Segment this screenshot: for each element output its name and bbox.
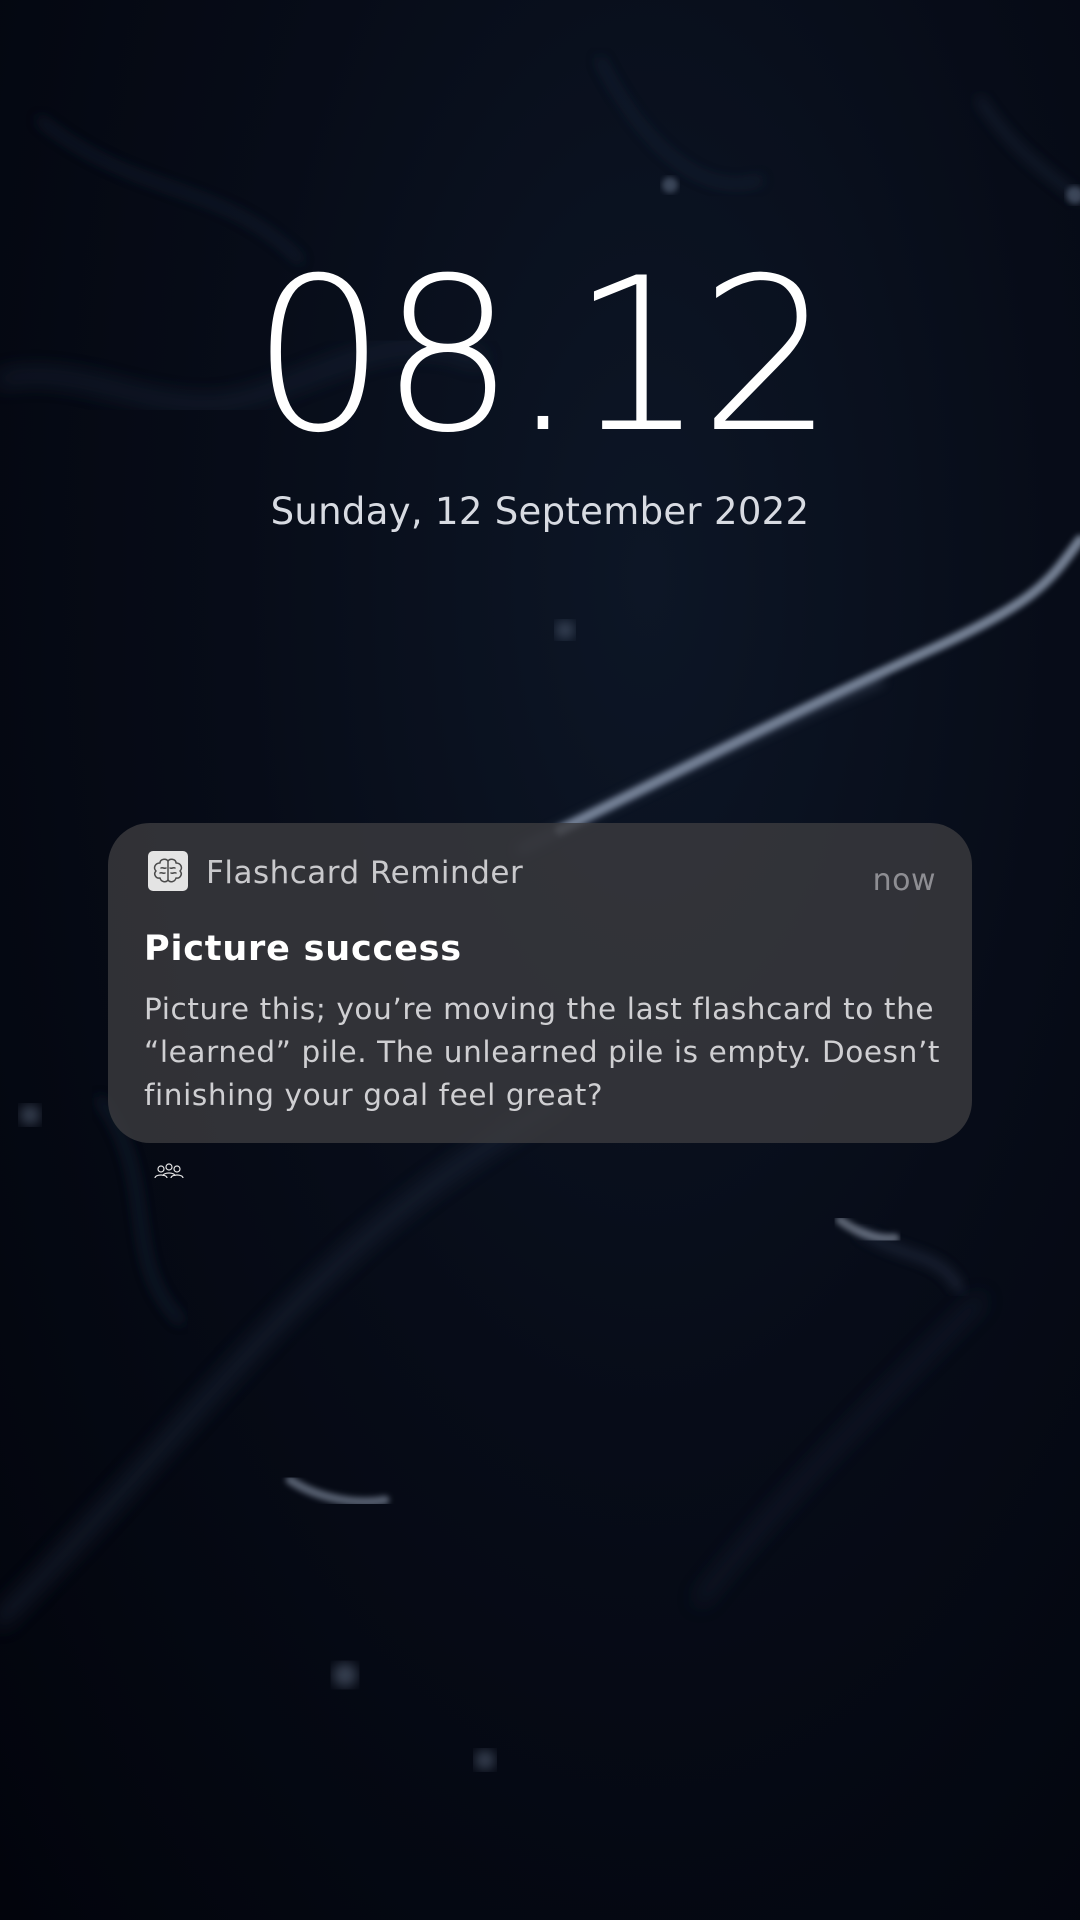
notification-app-name: Flashcard Reminder	[206, 855, 524, 891]
lockscreen-clock: 08.12	[251, 232, 835, 479]
notification-body: Picture this; you’re moving the last fla…	[144, 992, 941, 1112]
notification-timestamp: now	[872, 863, 936, 898]
lockscreen-date: Sunday, 12 September 2022	[270, 490, 810, 533]
people-group-icon	[154, 1162, 184, 1182]
notification-title: Picture success	[144, 929, 462, 969]
notification-card[interactable]: Flashcard Reminder now Picture success P…	[108, 823, 972, 1143]
brain-icon	[148, 851, 188, 891]
